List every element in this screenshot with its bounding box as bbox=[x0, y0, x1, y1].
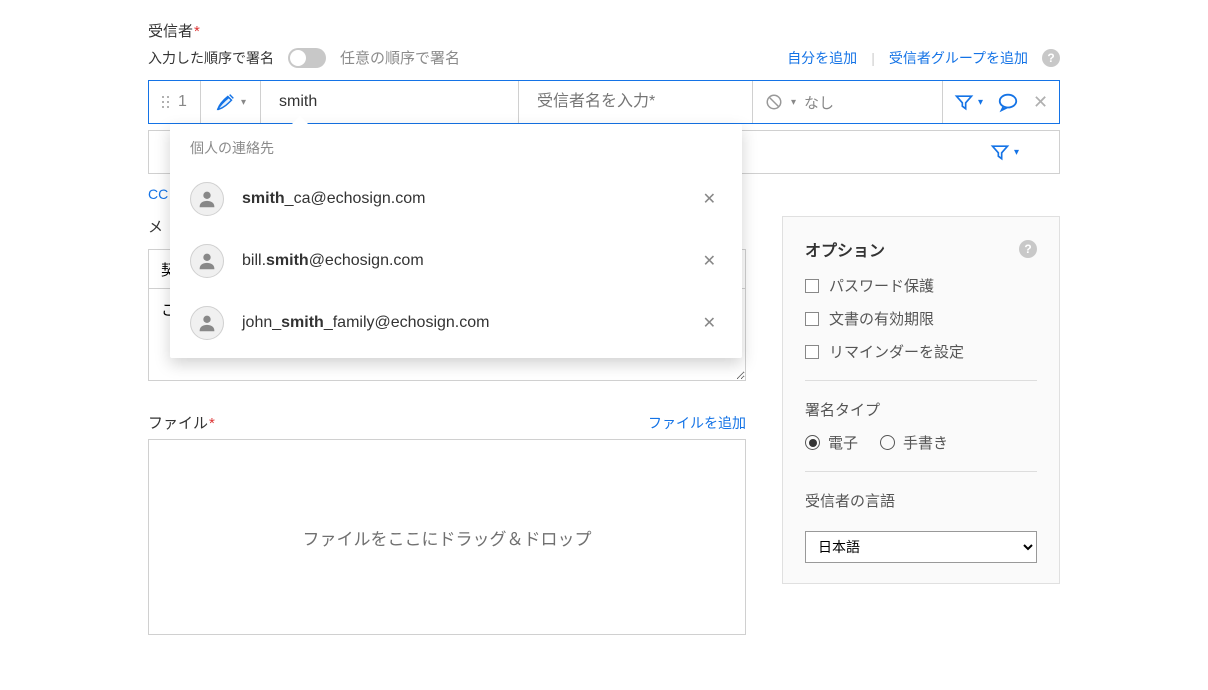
file-dropzone[interactable]: ファイルをここにドラッグ＆ドロップ bbox=[148, 439, 746, 635]
no-entry-icon bbox=[765, 93, 783, 111]
radio-icon bbox=[880, 435, 895, 450]
divider: | bbox=[871, 50, 875, 66]
recipient-name-input[interactable] bbox=[535, 92, 736, 112]
avatar-icon bbox=[190, 306, 224, 340]
filter-icon bbox=[954, 92, 974, 112]
options-panel: オプション ? パスワード保護 文書の有効期限 リマインダーを設定 署名タイプ bbox=[782, 216, 1060, 584]
recipient-role-selector[interactable]: ▾ bbox=[201, 81, 261, 123]
chevron-down-icon: ▾ bbox=[791, 97, 796, 108]
sign-order-toggle[interactable] bbox=[288, 48, 326, 68]
dropdown-header: 個人の連絡先 bbox=[170, 134, 742, 168]
remove-suggestion-icon[interactable]: ✕ bbox=[697, 189, 722, 209]
add-file-link[interactable]: ファイルを追加 bbox=[648, 413, 746, 433]
recipient-order-cell[interactable]: 1 bbox=[149, 81, 201, 123]
contact-email: smith_ca@echosign.com bbox=[242, 190, 679, 208]
contact-suggestion[interactable]: bill.smith@echosign.com ✕ bbox=[170, 230, 742, 292]
option-label: パスワード保護 bbox=[829, 275, 934, 296]
recipient-language-select[interactable]: 日本語 bbox=[805, 531, 1037, 563]
radio-label: 手書き bbox=[903, 432, 948, 453]
remove-recipient-icon[interactable]: ✕ bbox=[1033, 92, 1048, 113]
radio-label: 電子 bbox=[828, 432, 858, 453]
contact-suggestion[interactable]: john_smith_family@echosign.com ✕ bbox=[170, 292, 742, 354]
signature-type-title: 署名タイプ bbox=[805, 399, 1037, 420]
options-title: オプション bbox=[805, 237, 885, 261]
avatar-icon bbox=[190, 244, 224, 278]
cc-link[interactable]: CC bbox=[148, 186, 168, 202]
sign-order-row: 入力した順序で署名 任意の順序で署名 自分を追加 | 受信者グループを追加 ? bbox=[148, 47, 1060, 68]
help-icon[interactable]: ? bbox=[1042, 49, 1060, 67]
contact-email: john_smith_family@echosign.com bbox=[242, 314, 679, 332]
option-label: リマインダーを設定 bbox=[829, 341, 964, 362]
checkbox-icon bbox=[805, 345, 819, 359]
recipients-label: 受信者 bbox=[148, 20, 1060, 41]
files-label: ファイル bbox=[148, 412, 215, 433]
checkbox-icon bbox=[805, 279, 819, 293]
filter-icon bbox=[990, 142, 1010, 162]
contact-email: bill.smith@echosign.com bbox=[242, 252, 679, 270]
add-recipient-group-link[interactable]: 受信者グループを追加 bbox=[889, 48, 1028, 68]
recipient-filter-button[interactable]: ▾ bbox=[954, 92, 983, 112]
option-password-protect[interactable]: パスワード保護 bbox=[805, 275, 1037, 296]
contact-autocomplete-dropdown: 個人の連絡先 smith_ca@echosign.com ✕ bill.smit… bbox=[170, 124, 742, 358]
option-label: 文書の有効期限 bbox=[829, 308, 934, 329]
chevron-down-icon: ▾ bbox=[241, 97, 246, 108]
dropzone-text: ファイルをここにドラッグ＆ドロップ bbox=[303, 525, 592, 550]
radio-icon bbox=[805, 435, 820, 450]
recipient-auth-selector[interactable]: ▾ なし bbox=[753, 81, 943, 123]
chevron-down-icon: ▾ bbox=[1014, 147, 1019, 158]
self-filter-button[interactable]: ▾ bbox=[990, 142, 1019, 162]
recipient-email-input[interactable] bbox=[277, 92, 502, 112]
private-message-icon[interactable] bbox=[997, 91, 1019, 113]
any-order-label: 任意の順序で署名 bbox=[340, 47, 460, 68]
remove-suggestion-icon[interactable]: ✕ bbox=[697, 251, 722, 271]
chevron-down-icon: ▾ bbox=[978, 97, 983, 108]
signature-type-handwritten[interactable]: 手書き bbox=[880, 432, 948, 453]
avatar-icon bbox=[190, 182, 224, 216]
add-self-link[interactable]: 自分を追加 bbox=[787, 48, 857, 68]
help-icon[interactable]: ? bbox=[1019, 240, 1037, 258]
auth-none-label: なし bbox=[804, 92, 834, 113]
option-document-expiry[interactable]: 文書の有効期限 bbox=[805, 308, 1037, 329]
option-set-reminder[interactable]: リマインダーを設定 bbox=[805, 341, 1037, 362]
recipient-language-title: 受信者の言語 bbox=[805, 490, 1037, 511]
signature-type-electronic[interactable]: 電子 bbox=[805, 432, 858, 453]
drag-handle-icon[interactable] bbox=[162, 96, 170, 109]
recipient-sequence: 1 bbox=[178, 93, 187, 111]
contact-suggestion[interactable]: smith_ca@echosign.com ✕ bbox=[170, 168, 742, 230]
sign-in-order-label: 入力した順序で署名 bbox=[148, 48, 274, 68]
remove-suggestion-icon[interactable]: ✕ bbox=[697, 313, 722, 333]
signer-pen-icon bbox=[215, 91, 237, 113]
checkbox-icon bbox=[805, 312, 819, 326]
recipient-row: 1 ▾ ▾ なし bbox=[148, 80, 1060, 124]
